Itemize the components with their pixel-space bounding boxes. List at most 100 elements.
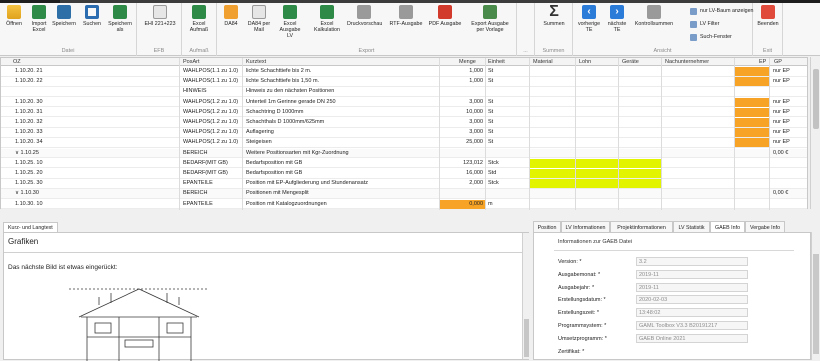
cell-oz: 1.10.25. 30 [15,180,43,187]
checksum-button[interactable]: Kontrollsummen [632,5,676,27]
field-value[interactable]: 13:48:02 [636,308,748,318]
button-label: Speichern als [108,21,132,33]
button-label: Druckvorschau [347,21,383,27]
toggle-lv-tree-only[interactable]: nur LV-Baum anzeigen [690,7,754,16]
cost-cell-highlight[interactable] [530,169,661,178]
table-row[interactable]: 1.10.20. 22 WAHLPOS(1.1 zu 1.0) lichte Sch… [1,77,807,87]
ep-cell-highlight[interactable] [735,97,769,107]
exit-button[interactable]: Beenden [756,5,780,27]
info-scrollbar[interactable] [811,232,820,360]
cell-posart: BEDARF(MIT GB) [183,170,228,176]
export-template-button[interactable]: Export Ausgabe per Vorlage [468,5,512,33]
cell-posart: EPANTEILE [183,200,213,207]
pdf-icon [438,5,452,19]
table-row[interactable]: ∨ 1.10.30 BEREICH Positionen mit Mengespli… [1,189,807,199]
table-row[interactable]: 1.10.25. 10 BEDARF(MIT GB) Bedarfsposition… [1,158,807,169]
col-ep[interactable]: EP [759,59,766,65]
print-preview-button[interactable]: Druckvorschau [347,5,383,27]
efb-button[interactable]: EHI 221+223 [142,5,178,27]
cell-kurztext: Schachthals D 1000mm/625mm [246,119,325,125]
arrow-right-icon: › [610,5,624,19]
save-as-button[interactable]: Speichern als [108,5,132,33]
save-button[interactable]: Speichern [52,5,76,27]
table-row[interactable]: ∨ 1.10.25 BEREICH Weitere Positionsarten m… [1,148,807,159]
cell-kurztext: Unterteil 1m Gerinne gerade DN 250 [246,98,336,105]
ep-cell-highlight[interactable] [735,118,769,127]
table-row[interactable]: 1.10.20. 32 WAHLPOS(1.2 zu 1.0) Schachthal… [1,118,807,128]
search-button[interactable]: Suchen [80,5,104,27]
cell-oz: 1.10.20. 21 [15,68,43,74]
ep-cell-highlight[interactable] [735,107,769,117]
field-value[interactable]: 2019-11 [636,269,748,279]
col-posart[interactable]: PosArt [183,59,200,65]
pdf-output-button[interactable]: PDF Ausgabe [428,5,462,27]
excel-aufmass-button[interactable]: Excel Aufmaß [187,5,211,33]
previous-te-button[interactable]: ‹ vorherige TE [575,5,603,33]
field-value[interactable]: GAML Toolbox V3.3 B20191217 [636,321,748,330]
excel-kalkulation-button[interactable]: Excel Kalkulation [313,5,341,33]
cell-gp: nur EP [773,139,790,146]
cell-einheit: Std [488,170,497,176]
da84-button[interactable]: DA84 [219,5,243,27]
cell-menge: 0,000 [469,200,483,207]
ep-cell-highlight[interactable] [735,77,769,87]
table-row[interactable]: 1.10.20. 30 WAHLPOS(1.2 zu 1.0) Unterteil … [1,97,807,108]
toggle-lv-filter[interactable]: LV Filter [690,20,719,29]
scrollbar-thumb[interactable] [813,254,819,354]
efb-icon [153,5,167,19]
ep-cell-highlight[interactable] [735,138,769,148]
col-gp[interactable]: GP [774,59,782,65]
next-te-button[interactable]: › nächste TE [604,5,630,33]
col-lohn[interactable]: Lohn [579,59,591,65]
col-material[interactable]: Material [533,59,553,65]
field-value[interactable]: GAEB Online 2021 [636,333,748,343]
cost-cell-highlight[interactable] [530,158,661,168]
summen-button[interactable]: Σ Summen [541,4,567,28]
column-divider [769,58,770,210]
button-label: Excel Kalkulation [314,21,340,33]
scrollbar-thumb[interactable] [813,69,819,129]
table-row[interactable]: 1.10.30. 10 EPANTEILE Position mit Katalog… [1,199,807,210]
da84-mail-button[interactable]: DA84 per Mail [247,5,271,33]
column-divider [439,58,440,210]
ribbon: Datei EFB Aufmaß Export ... Summen Ansic… [0,3,820,56]
cell-kurztext: Auflagering [246,129,274,136]
cell-menge: 123,012 [463,159,483,166]
grid-scrollbar[interactable] [810,57,820,209]
table-row[interactable]: 1.10.25. 20 BEDARF(MIT GB) Bedarfsposition… [1,169,807,179]
field-label: Erstellungszeit: * [558,310,599,317]
table-row[interactable]: 1.10.20. 21 WAHLPOS(1.1 zu 1.0) lichte Sch… [1,67,807,77]
cell-posart: BEDARF(MIT GB) [183,159,228,166]
ribbon-group-label: ... [523,48,528,54]
cell-kurztext: lichte Schachttiefe bis 1,50 m. [246,78,320,85]
ep-cell-highlight[interactable] [735,128,769,138]
toggle-label: nur LV-Baum anzeigen [700,8,754,14]
table-row[interactable]: HINWEIS Hinweis zu den nächsten Positione… [1,87,807,97]
ep-cell-highlight[interactable] [735,67,769,76]
langtext-scrollbar[interactable] [522,233,529,359]
col-nachunternehmer[interactable]: Nachunternehmer [665,59,709,65]
col-einheit[interactable]: Einheit [488,59,505,65]
cell-kurztext: Hinweis zu den nächsten Positionen [246,88,335,95]
table-row[interactable]: 1.10.20. 33 WAHLPOS(1.2 zu 1.0) Auflagerin… [1,128,807,138]
field-value[interactable]: 3.2 [636,257,748,266]
excel-ausgabe-lv-button[interactable]: Excel Ausgabe LV [278,5,302,39]
col-geraete[interactable]: Geräte [622,59,639,65]
cell-posart: EPANTEILE [183,180,213,187]
table-row[interactable]: 1.10.20. 34 WAHLPOS(1.2 zu 1.0) Steigeisen… [1,138,807,148]
table-row[interactable]: 1.10.25. 30 EPANTEILE Position mit EP-Aufg… [1,179,807,189]
toggle-search-window[interactable]: Such-Fenster [690,33,732,42]
col-kurztext[interactable]: Kurztext [246,59,266,65]
col-menge[interactable]: Menge [459,59,476,65]
cost-cell-highlight[interactable] [530,179,661,189]
button-label: Export Ausgabe per Vorlage [471,21,509,33]
import-excel-button[interactable]: Import Excel [27,5,51,33]
field-value[interactable]: 2019-11 [636,282,748,292]
column-divider [661,58,662,210]
scrollbar-thumb[interactable] [524,319,529,357]
field-value[interactable]: 2020-02-03 [636,295,748,305]
open-button[interactable]: Öffnen [2,5,26,27]
col-oz[interactable]: OZ [13,59,21,65]
rtf-output-button[interactable]: RTF-Ausgabe [389,5,423,27]
table-row[interactable]: 1.10.20. 31 WAHLPOS(1.2 zu 1.0) Schachtrin… [1,107,807,118]
